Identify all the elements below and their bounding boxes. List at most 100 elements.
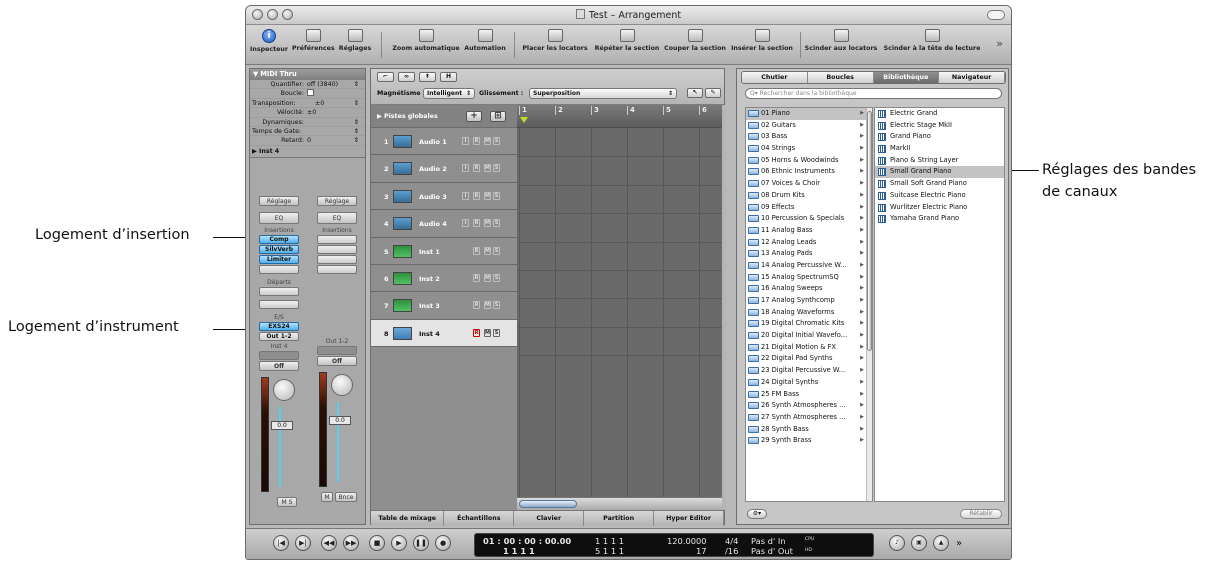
replace-button[interactable]: ▣ — [911, 535, 927, 551]
fader-value[interactable]: 0.0 — [271, 421, 293, 430]
tab-loops[interactable]: Boucles — [807, 72, 874, 83]
param-row-transpose[interactable]: Transposition: ±0 ⇕ — [250, 99, 365, 109]
library-patch-item[interactable]: Yamaha Grand Piano — [875, 213, 1004, 225]
transport-more-button[interactable]: » — [956, 538, 962, 549]
pause-button[interactable]: ❚❚ — [413, 535, 429, 551]
title-bar[interactable]: Test – Arrangement — [246, 6, 1011, 25]
insert-slot-comp[interactable]: Comp — [259, 235, 299, 244]
record-enable-button[interactable]: R — [473, 164, 480, 173]
tab-library[interactable]: Bibliothèque — [873, 72, 940, 83]
solo-button[interactable]: S — [493, 219, 500, 228]
library-patch-item[interactable]: Electric Stage MkII — [875, 120, 1004, 132]
fast-forward-button[interactable]: ▶▶ — [343, 535, 359, 551]
param-row-dynamics[interactable]: Dynamiques: ⇕ — [250, 118, 365, 127]
library-category-item[interactable]: 08 Drum Kits ▶ — [746, 190, 872, 202]
record-button[interactable]: ● — [435, 535, 451, 551]
mute-button[interactable]: M — [484, 164, 491, 173]
pencil-tool-button[interactable]: ✎ — [705, 88, 721, 98]
library-category-item[interactable]: 16 Analog Sweeps ▶ — [746, 283, 872, 295]
library-category-item[interactable]: 10 Percussion & Specials ▶ — [746, 213, 872, 225]
solo-button[interactable]: S — [493, 164, 500, 173]
library-category-item[interactable]: 14 Analog Percussive W... ▶ — [746, 260, 872, 272]
strip-setting-button[interactable]: Réglage — [317, 196, 357, 206]
insert-slot-empty[interactable] — [317, 235, 357, 244]
solo-button[interactable]: S — [493, 137, 500, 145]
library-category-item[interactable]: 29 Synth Brass ▶ — [746, 435, 872, 447]
go-to-start-button[interactable]: |◀ — [273, 535, 289, 551]
library-category-item[interactable]: 27 Synth Atmospheres ... ▶ — [746, 412, 872, 424]
volume-fader[interactable]: 0.0 — [259, 377, 299, 497]
catch-button[interactable]: ↟ — [419, 72, 436, 82]
library-category-item[interactable]: 22 Digital Pad Synths ▶ — [746, 353, 872, 365]
library-patch-item[interactable]: Small Soft Grand Piano — [875, 178, 1004, 190]
param-row-quantize[interactable]: Quantifier: off (3840) ⇕ — [250, 80, 365, 90]
insert-slot-limiter[interactable]: Limiter — [259, 255, 299, 264]
input-monitor-button[interactable]: I — [462, 137, 469, 145]
toolbar-split-locators-button[interactable]: Scinder aux locators — [804, 27, 878, 52]
solo-button[interactable]: S — [493, 328, 500, 337]
loop-checkbox[interactable] — [304, 89, 359, 97]
insert-slot-empty[interactable] — [317, 265, 357, 274]
input-monitor-button[interactable]: I — [462, 191, 469, 200]
library-search-input[interactable]: Q▾ Rechercher dans la bibliothèque — [745, 88, 1002, 99]
track-row[interactable]: 6 Inst 2 RMS — [371, 265, 517, 293]
hide-button[interactable]: H — [440, 72, 457, 82]
cycle-button[interactable]: ⌐ — [377, 72, 394, 82]
mute-button[interactable]: M — [484, 273, 491, 282]
library-category-item[interactable]: 05 Horns & Woodwinds ▶ — [746, 155, 872, 167]
library-category-item[interactable]: 13 Analog Pads ▶ — [746, 248, 872, 260]
horizontal-scrollbar[interactable] — [517, 497, 722, 510]
solo-button[interactable]: S — [493, 246, 500, 255]
pan-knob[interactable] — [273, 379, 295, 401]
library-category-item[interactable]: 18 Analog Waveforms ▶ — [746, 307, 872, 319]
record-enable-button[interactable]: R — [473, 301, 480, 310]
mute-button[interactable]: M — [484, 219, 491, 228]
tab-score[interactable]: Partition — [584, 511, 655, 526]
library-category-item[interactable]: 23 Digital Percussive W... ▶ — [746, 365, 872, 377]
pointer-tool-button[interactable]: ↖ — [687, 88, 703, 98]
library-patch-item[interactable]: Wurlitzer Electric Piano — [875, 202, 1004, 214]
tab-samples[interactable]: Échantillons — [444, 511, 515, 526]
pan-knob[interactable] — [331, 374, 353, 396]
tab-bin[interactable]: Chutier — [742, 72, 808, 83]
metronome-button[interactable]: ▲ — [933, 535, 949, 551]
param-row-gate-time[interactable]: Temps de Gate: ⇕ — [250, 127, 365, 137]
record-enable-button[interactable]: R — [473, 191, 480, 200]
track-row[interactable]: 3 Audio 3 IRMS — [371, 183, 517, 211]
tab-keyboard[interactable]: Clavier — [514, 511, 585, 526]
output-slot[interactable]: Out 1-2 — [259, 332, 299, 341]
mute-button[interactable]: M — [484, 328, 491, 337]
track-row[interactable]: 7 Inst 3 RMS — [371, 292, 517, 320]
arrange-grid[interactable]: 1 2 3 4 5 6 — [517, 105, 722, 510]
transport-display[interactable]: 01 : 00 : 00 : 00.00 1 1 1 1 1 1 1 1 5 1… — [474, 533, 874, 557]
toolbar-auto-zoom-button[interactable]: Zoom automatique — [391, 27, 461, 52]
region-params-header[interactable]: ▼ MIDI Thru — [250, 69, 365, 80]
mute-button[interactable]: M — [321, 492, 333, 502]
library-category-item[interactable]: 11 Analog Bass ▶ — [746, 225, 872, 237]
library-category-item[interactable]: 26 Synth Atmospheres ... ▶ — [746, 400, 872, 412]
drag-popup[interactable]: Superposition ⇕ — [529, 88, 677, 99]
vertical-zoom-scroll[interactable] — [722, 105, 726, 510]
toolbar-cut-section-button[interactable]: Couper la section — [663, 27, 727, 52]
category-scrollbar[interactable] — [866, 108, 872, 501]
library-category-item[interactable]: 24 Digital Synths ▶ — [746, 377, 872, 389]
insert-slot-empty[interactable] — [259, 265, 299, 274]
record-enable-button[interactable]: R — [473, 246, 480, 255]
toolbar-insert-section-button[interactable]: Insérer la section — [730, 27, 794, 52]
link-button[interactable]: ∞ — [398, 72, 415, 82]
toolbar-overflow-button[interactable]: » — [996, 37, 1003, 50]
send-slot[interactable] — [259, 287, 299, 296]
library-category-item[interactable]: 01 Piano ▶ — [746, 108, 872, 120]
toolbar-inspector-button[interactable]: i Inspecteur — [249, 27, 289, 53]
library-action-button[interactable]: ⚙▾ — [747, 509, 767, 519]
library-category-item[interactable]: 25 FM Bass ▶ — [746, 389, 872, 401]
toolbar-toggle-button[interactable] — [987, 10, 1005, 20]
library-category-item[interactable]: 19 Digital Chromatic Kits ▶ — [746, 318, 872, 330]
library-category-item[interactable]: 17 Analog Synthcomp ▶ — [746, 295, 872, 307]
solo-mode-button[interactable]: ♪ — [889, 535, 905, 551]
add-track-button[interactable]: + — [466, 111, 482, 122]
library-patch-item[interactable]: MarkII — [875, 143, 1004, 155]
automation-mode-button[interactable]: Off — [259, 361, 299, 371]
bounce-button[interactable]: Bnce — [335, 492, 357, 502]
input-monitor-button[interactable]: I — [462, 219, 469, 228]
